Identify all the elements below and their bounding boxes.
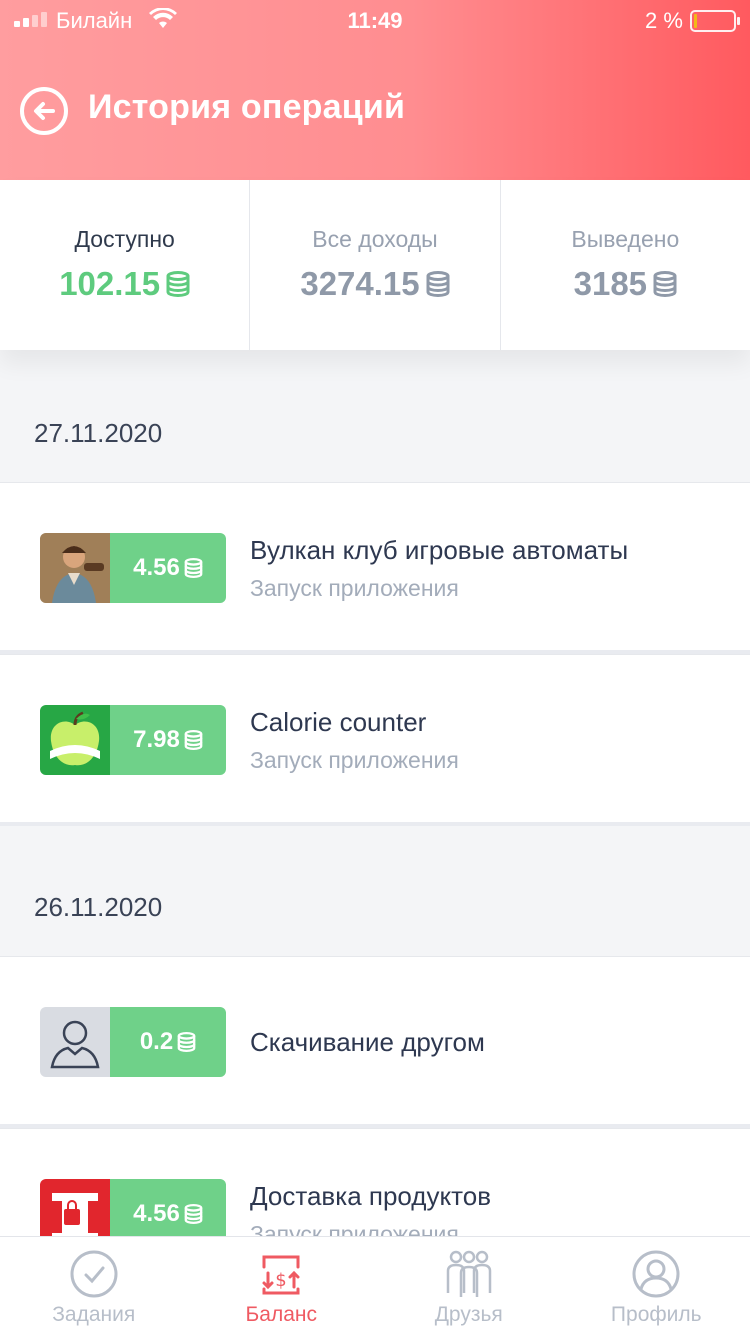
calorie-app-icon — [40, 705, 110, 775]
reward-amount: 0.2 — [139, 1028, 174, 1055]
item-subtitle: Запуск приложения — [250, 747, 459, 773]
stat-label: Выведено — [571, 226, 680, 252]
stat-withdrawn: Выведено 3185 — [501, 180, 750, 350]
list-item[interactable]: 4.56 Вулкан клуб игровые автоматы Запуск… — [0, 482, 750, 654]
item-subtitle: Запуск приложения — [250, 575, 459, 601]
reward-amount: 4.56 — [133, 1200, 180, 1227]
date-header: 27.11.2020 — [0, 384, 750, 482]
clock: 11:49 — [347, 8, 403, 33]
date-header: 26.11.2020 — [0, 826, 750, 956]
page-title: История операций — [88, 88, 406, 126]
operations-list: 27.11.2020 4.56 Вулкан клуб игровые авто… — [0, 384, 750, 1300]
stat-amount: 102.15 — [59, 265, 161, 302]
reward-amount: 7.98 — [133, 726, 180, 753]
balance-icon: $ — [262, 1255, 300, 1295]
coins-icon — [426, 271, 450, 297]
tab-friends[interactable]: Друзья — [375, 1237, 563, 1334]
stat-income: Все доходы 3274.15 — [250, 180, 501, 350]
tab-bar: Задания $ Баланс Друзья Профиль — [0, 1236, 750, 1334]
coins-icon — [184, 730, 203, 750]
status-bar: Билайн 11:49 2 % — [0, 0, 750, 40]
tab-label: Друзья — [434, 1303, 503, 1326]
list-item[interactable]: 7.98 Calorie counter Запуск приложения — [0, 654, 750, 826]
stat-label: Все доходы — [312, 226, 438, 252]
reward-badge: 7.98 — [110, 705, 226, 775]
stat-value: 3274.15 — [300, 265, 450, 303]
coins-icon — [166, 271, 190, 297]
header: Билайн 11:49 2 % История операций — [0, 0, 750, 180]
battery-percent: 2 % — [645, 8, 683, 33]
tab-balance[interactable]: $ Баланс — [188, 1237, 376, 1334]
svg-text:$: $ — [276, 1270, 287, 1291]
coins-icon — [177, 1032, 196, 1052]
stat-value: 3185 — [574, 265, 677, 303]
item-title: Скачивание другом — [250, 1027, 485, 1057]
back-button[interactable] — [20, 87, 68, 135]
item-title: Calorie counter — [250, 707, 427, 737]
stat-amount: 3185 — [573, 265, 648, 302]
reward-amount: 4.56 — [133, 554, 180, 581]
user-avatar-icon — [40, 1007, 110, 1077]
slot-app-icon — [40, 533, 110, 603]
tab-label: Профиль — [610, 1303, 702, 1326]
stat-value: 102.15 — [59, 265, 190, 303]
balance-summary: Доступно 102.15 Все доходы 3274.15 Вывед… — [0, 180, 750, 350]
stat-amount: 3274.15 — [300, 265, 420, 302]
profile-icon — [632, 1250, 680, 1298]
item-title: Вулкан клуб игровые автоматы — [250, 535, 629, 565]
friends-icon — [446, 1250, 491, 1297]
item-title: Доставка продуктов — [250, 1181, 492, 1211]
tab-label: Баланс — [245, 1303, 318, 1326]
coins-icon — [184, 1204, 203, 1224]
tab-profile[interactable]: Профиль — [563, 1237, 750, 1334]
coins-icon — [184, 558, 203, 578]
tab-label: Задания — [52, 1303, 136, 1326]
reward-badge: 0.2 — [110, 1007, 226, 1077]
battery-icon — [690, 10, 740, 32]
check-circle-icon — [70, 1250, 118, 1298]
stat-available: Доступно 102.15 — [0, 180, 251, 350]
reward-badge: 4.56 — [110, 533, 226, 603]
arrow-left-icon — [34, 102, 55, 120]
list-item[interactable]: 0.2 Скачивание другом — [0, 956, 750, 1128]
stat-label: Доступно — [74, 226, 175, 252]
coins-icon — [653, 271, 677, 297]
tab-tasks[interactable]: Задания — [0, 1237, 188, 1334]
